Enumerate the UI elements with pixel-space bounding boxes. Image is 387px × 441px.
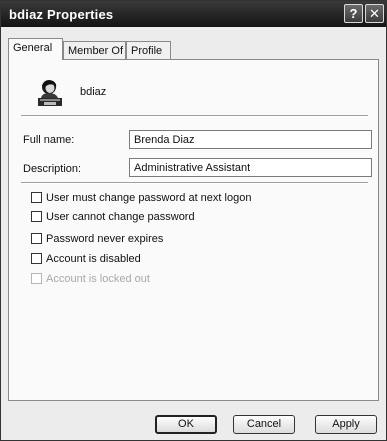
cannot-change-password-checkbox[interactable]: User cannot change password (31, 211, 195, 225)
tab-general[interactable]: General (8, 38, 63, 60)
close-button[interactable]: ✕ (365, 4, 384, 23)
divider (21, 182, 368, 184)
divider (21, 115, 368, 117)
must-change-password-checkbox[interactable]: User must change password at next logon (31, 192, 251, 206)
tab-member-of[interactable]: Member Of (63, 41, 126, 59)
checkbox-label: User must change password at next logon (46, 192, 252, 204)
window-title: bdiaz Properties (9, 7, 114, 22)
checkbox-box[interactable] (31, 192, 42, 203)
account-disabled-checkbox[interactable]: Account is disabled (31, 253, 141, 267)
title-bar[interactable]: bdiaz Properties ? ✕ (1, 1, 386, 27)
account-locked-out-checkbox: Account is locked out (31, 273, 150, 287)
tab-profile[interactable]: Profile (126, 41, 171, 59)
ok-button[interactable]: OK (155, 415, 217, 434)
password-never-expires-checkbox[interactable]: Password never expires (31, 233, 163, 247)
apply-button[interactable]: Apply (315, 415, 377, 434)
description-input[interactable]: Administrative Assistant (129, 158, 372, 177)
general-tab-panel: bdiaz Full name: Brenda Diaz Description… (8, 59, 379, 401)
help-button[interactable]: ? (344, 4, 363, 23)
checkbox-label: Account is locked out (46, 273, 150, 285)
checkbox-label: User cannot change password (46, 211, 195, 223)
checkbox-box[interactable] (31, 211, 42, 222)
full-name-label: Full name: (23, 134, 75, 146)
user-icon (38, 80, 62, 106)
close-icon: ✕ (369, 6, 380, 21)
help-icon: ? (349, 6, 358, 21)
user-name: bdiaz (80, 86, 107, 98)
checkbox-label: Password never expires (46, 233, 164, 245)
checkbox-box[interactable] (31, 253, 42, 264)
checkbox-box (31, 273, 42, 284)
description-label: Description: (23, 163, 82, 175)
checkbox-label: Account is disabled (46, 253, 141, 265)
cancel-button[interactable]: Cancel (233, 415, 295, 434)
properties-dialog: bdiaz Properties ? ✕ General Member Of P… (0, 0, 387, 441)
checkbox-box[interactable] (31, 233, 42, 244)
full-name-input[interactable]: Brenda Diaz (129, 130, 372, 149)
